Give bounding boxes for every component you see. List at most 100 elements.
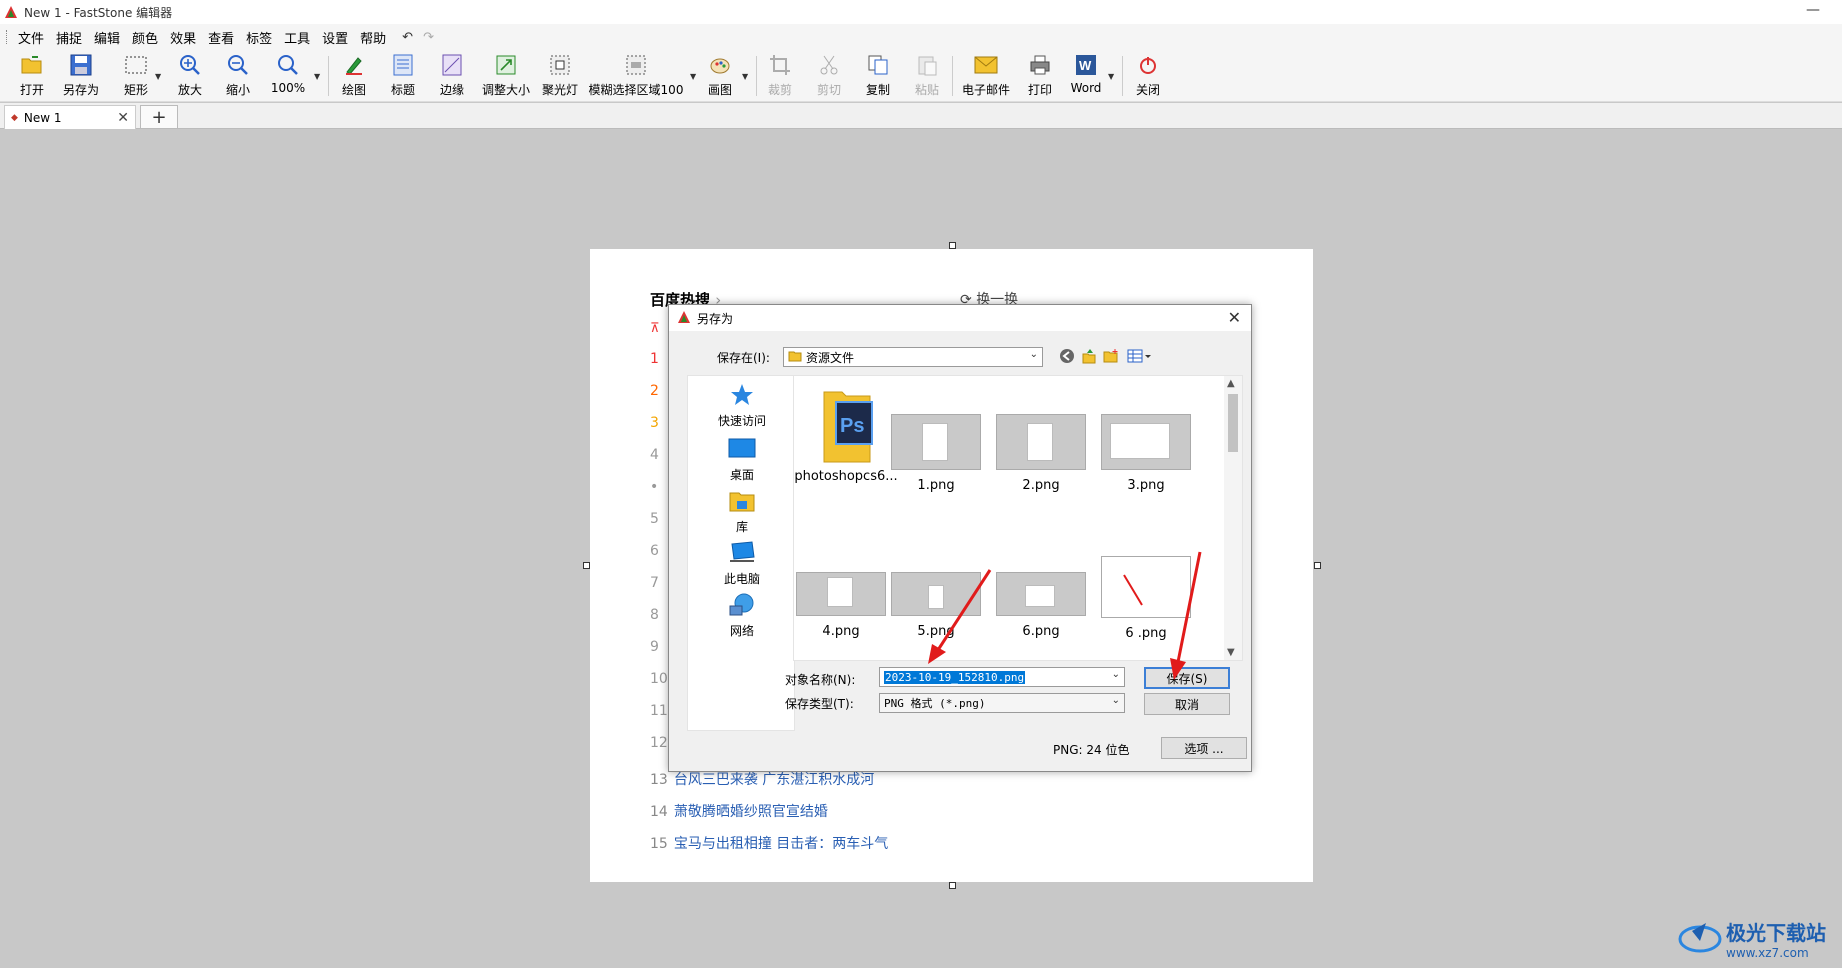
save-in-label: 保存在(I):: [717, 351, 770, 365]
spotlight-button[interactable]: 聚光灯: [540, 52, 580, 100]
hot-search-row: 13 台风三巴来袭 广东湛江积水成河: [650, 772, 875, 788]
filetype-label: 保存类型(T):: [785, 697, 854, 711]
resize-handle[interactable]: [949, 242, 956, 249]
draw-button[interactable]: 绘图: [336, 52, 372, 100]
cut-button[interactable]: 剪切: [811, 52, 847, 100]
edge-button[interactable]: 边缘: [434, 52, 470, 100]
print-button[interactable]: 打印: [1022, 52, 1058, 100]
faststone-logo-icon: [677, 310, 691, 327]
filename-input[interactable]: 2023-10-19_152810.png ⌄: [879, 667, 1125, 687]
edge-effect-icon: [439, 52, 465, 78]
title-bar: New 1 - FastStone 编辑器 —: [0, 0, 1842, 24]
menu-effects[interactable]: 效果: [164, 28, 202, 47]
copy-icon: [865, 52, 891, 78]
word-dropdown-icon[interactable]: ▼: [1108, 72, 1114, 81]
minimize-button[interactable]: —: [1806, 2, 1820, 18]
zoom-in-button[interactable]: 放大: [172, 52, 208, 100]
watermark: 极光下载站 www.xz7.com: [1678, 917, 1826, 960]
scroll-down-icon[interactable]: ▼: [1227, 647, 1235, 658]
zoom-100-button[interactable]: 100%: [268, 52, 308, 100]
save-as-dialog: 另存为 ✕ 保存在(I): 资源文件 ⌄ 快速访问 桌面 库 此电脑 网络 Ps…: [668, 304, 1252, 772]
file-item-png[interactable]: 1.png: [888, 414, 984, 493]
caption-button[interactable]: 标题: [385, 52, 421, 100]
crop-button[interactable]: 裁剪: [762, 52, 798, 100]
desktop-icon: [727, 436, 757, 462]
close-button[interactable]: 关闭: [1130, 52, 1166, 100]
file-item-png[interactable]: 6.png: [993, 572, 1089, 639]
email-button[interactable]: 电子邮件: [960, 52, 1012, 100]
resize-handle[interactable]: [1314, 562, 1321, 569]
file-item-png[interactable]: 2.png: [993, 414, 1089, 493]
cancel-button[interactable]: 取消: [1144, 693, 1230, 715]
menu-color[interactable]: 颜色: [126, 28, 164, 47]
image-thumbnail: [796, 572, 886, 616]
rank-number: 2: [650, 383, 659, 399]
image-thumbnail: [1101, 414, 1191, 470]
menu-edit[interactable]: 编辑: [88, 28, 126, 47]
resize-handle[interactable]: [583, 562, 590, 569]
photoshop-folder-icon: Ps: [816, 386, 876, 469]
resize-handle[interactable]: [949, 882, 956, 889]
zoom-dropdown-icon[interactable]: ▼: [314, 72, 320, 81]
file-list: Ps photoshopcs6... 1.png 2.png 3.png 4.p…: [793, 375, 1243, 661]
up-folder-icon[interactable]: [1081, 348, 1097, 368]
toolbar-separator: [952, 56, 953, 96]
tab-new-1[interactable]: ◆ New 1 ✕: [4, 105, 136, 129]
open-button[interactable]: 打开: [14, 52, 50, 100]
menu-help[interactable]: 帮助: [354, 28, 392, 47]
menu-view[interactable]: 查看: [202, 28, 240, 47]
file-item-folder[interactable]: Ps photoshopcs6...: [794, 386, 898, 484]
save-button[interactable]: 保存(S): [1144, 667, 1230, 689]
word-button[interactable]: W Word: [1066, 52, 1106, 100]
blur-selection-button[interactable]: 模糊选择区域100: [588, 52, 684, 100]
scroll-thumb[interactable]: [1228, 394, 1238, 452]
place-quick-access[interactable]: 快速访问: [688, 382, 796, 429]
file-item-png[interactable]: 4.png: [793, 572, 889, 639]
chevron-down-icon: ⌄: [1111, 669, 1120, 680]
dialog-close-icon[interactable]: ✕: [1228, 308, 1241, 327]
place-desktop[interactable]: 桌面: [688, 436, 796, 483]
redo-icon[interactable]: ↷: [423, 30, 434, 45]
file-item-png[interactable]: 5.png: [888, 572, 984, 639]
rectangle-select-button[interactable]: 矩形: [118, 52, 154, 100]
canvas-dropdown-icon[interactable]: ▼: [742, 72, 748, 81]
file-list-scrollbar[interactable]: ▲ ▼: [1224, 376, 1242, 660]
rectangle-dropdown-icon[interactable]: ▼: [155, 72, 161, 81]
back-icon[interactable]: [1059, 348, 1075, 368]
save-as-button[interactable]: 另存为: [58, 52, 104, 100]
menu-tools[interactable]: 工具: [278, 28, 316, 47]
menu-file[interactable]: 文件: [12, 28, 50, 47]
menu-tabs[interactable]: 标签: [240, 28, 278, 47]
scroll-up-icon[interactable]: ▲: [1227, 378, 1235, 389]
rank-number: 10: [650, 671, 668, 687]
image-thumbnail: [996, 414, 1086, 470]
word-icon: W: [1073, 52, 1099, 78]
paste-button[interactable]: 粘贴: [909, 52, 945, 100]
tab-close-icon[interactable]: ✕: [117, 110, 129, 126]
resize-button[interactable]: 调整大小: [478, 52, 534, 100]
menu-settings[interactable]: 设置: [316, 28, 354, 47]
file-item-png[interactable]: 3.png: [1098, 414, 1194, 493]
menu-capture[interactable]: 捕捉: [50, 28, 88, 47]
file-item-png[interactable]: 6 .png: [1098, 556, 1194, 641]
filetype-dropdown[interactable]: PNG 格式 (*.png) ⌄: [879, 693, 1125, 713]
new-folder-icon[interactable]: [1103, 348, 1119, 368]
image-thumbnail: [891, 414, 981, 470]
place-library[interactable]: 库: [688, 488, 796, 535]
zoom-out-button[interactable]: 缩小: [220, 52, 256, 100]
canvas-button[interactable]: 画图: [702, 52, 738, 100]
envelope-icon: [973, 52, 999, 78]
view-menu-icon[interactable]: [1127, 348, 1153, 368]
place-network[interactable]: 网络: [688, 592, 796, 639]
modified-dot-icon: ◆: [11, 112, 18, 123]
rectangle-select-icon: [123, 52, 149, 78]
chevron-down-icon: ⌄: [1029, 349, 1038, 360]
add-tab-button[interactable]: +: [140, 105, 178, 129]
place-this-pc[interactable]: 此电脑: [688, 540, 796, 587]
options-button[interactable]: 选项 ...: [1161, 737, 1247, 759]
undo-icon[interactable]: ↶: [402, 30, 413, 45]
save-in-dropdown[interactable]: 资源文件 ⌄: [783, 347, 1043, 367]
dialog-title-bar: 另存为 ✕: [669, 305, 1251, 331]
blur-dropdown-icon[interactable]: ▼: [690, 72, 696, 81]
copy-button[interactable]: 复制: [860, 52, 896, 100]
